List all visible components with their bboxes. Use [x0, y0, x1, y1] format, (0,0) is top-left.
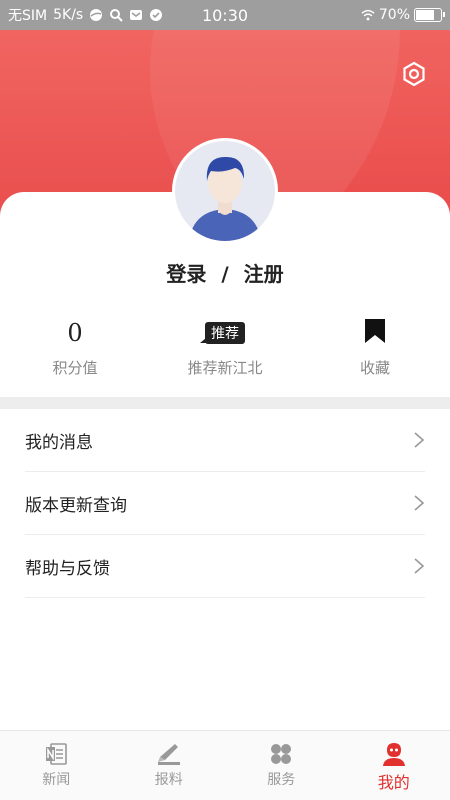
status-right: 70%: [361, 7, 445, 23]
menu-item-messages[interactable]: 我的消息: [25, 409, 425, 472]
globe-icon: [89, 8, 103, 22]
bottom-tab-bar: 新闻 报料 服务 我的: [0, 730, 450, 800]
menu-item-label: 帮助与反馈: [25, 558, 110, 579]
menu-item-label: 我的消息: [25, 432, 93, 453]
bookmark-icon: [364, 318, 386, 348]
recommend-label: 推荐新江北: [187, 359, 263, 377]
battery-fill: [416, 10, 435, 20]
login-register: 登录 / 注册: [0, 258, 450, 287]
gear-icon[interactable]: [400, 60, 428, 88]
points-label: 积分值: [52, 359, 98, 377]
recommend-tag: 推荐: [200, 322, 245, 344]
check-circle-icon: [149, 8, 163, 22]
stats-row: 0 积分值 推荐 推荐新江北 收藏: [0, 315, 450, 385]
carrier-text: 无SIM: [8, 8, 48, 24]
login-separator: /: [221, 262, 229, 286]
battery-icon: [414, 8, 445, 22]
tab-label: 服务: [267, 772, 296, 788]
network-speed: 5K/s: [53, 7, 84, 23]
chevron-right-icon: [413, 431, 425, 449]
points-value: 0: [67, 319, 83, 347]
menu-item-label: 版本更新查询: [25, 495, 127, 516]
profile-icon: [380, 741, 408, 767]
points-stat[interactable]: 0 积分值: [0, 315, 150, 385]
menu-item-version-check[interactable]: 版本更新查询: [25, 472, 425, 535]
user-avatar-icon: [175, 141, 275, 241]
login-link[interactable]: 登录: [166, 262, 206, 286]
tab-report[interactable]: 报料: [113, 731, 226, 800]
tab-news[interactable]: 新闻: [0, 731, 113, 800]
news-icon: [42, 741, 70, 767]
tab-label: 我的: [377, 773, 410, 792]
recommend-stat[interactable]: 推荐 推荐新江北: [150, 315, 300, 385]
services-icon: [267, 741, 295, 767]
menu-item-help-feedback[interactable]: 帮助与反馈: [25, 535, 425, 598]
register-link[interactable]: 注册: [244, 262, 284, 286]
status-bar: 无SIM 5K/s 10:30 70%: [0, 0, 450, 30]
mail-icon: [129, 8, 143, 22]
chevron-right-icon: [413, 557, 425, 575]
wifi-icon: [361, 8, 375, 22]
chevron-right-icon: [413, 494, 425, 512]
report-icon: [155, 741, 183, 767]
tab-label: 报料: [154, 772, 183, 788]
favorites-label: 收藏: [359, 359, 390, 377]
settings-menu: 我的消息 版本更新查询 帮助与反馈: [25, 409, 425, 598]
section-divider: [0, 397, 450, 409]
search-icon: [109, 8, 123, 22]
battery-percent: 70%: [378, 7, 410, 23]
tab-services[interactable]: 服务: [225, 731, 338, 800]
tab-profile[interactable]: 我的: [338, 731, 450, 800]
status-left: 无SIM 5K/s: [8, 5, 163, 25]
tab-label: 新闻: [42, 772, 71, 788]
avatar[interactable]: [172, 138, 278, 244]
favorites-stat[interactable]: 收藏: [300, 315, 450, 385]
